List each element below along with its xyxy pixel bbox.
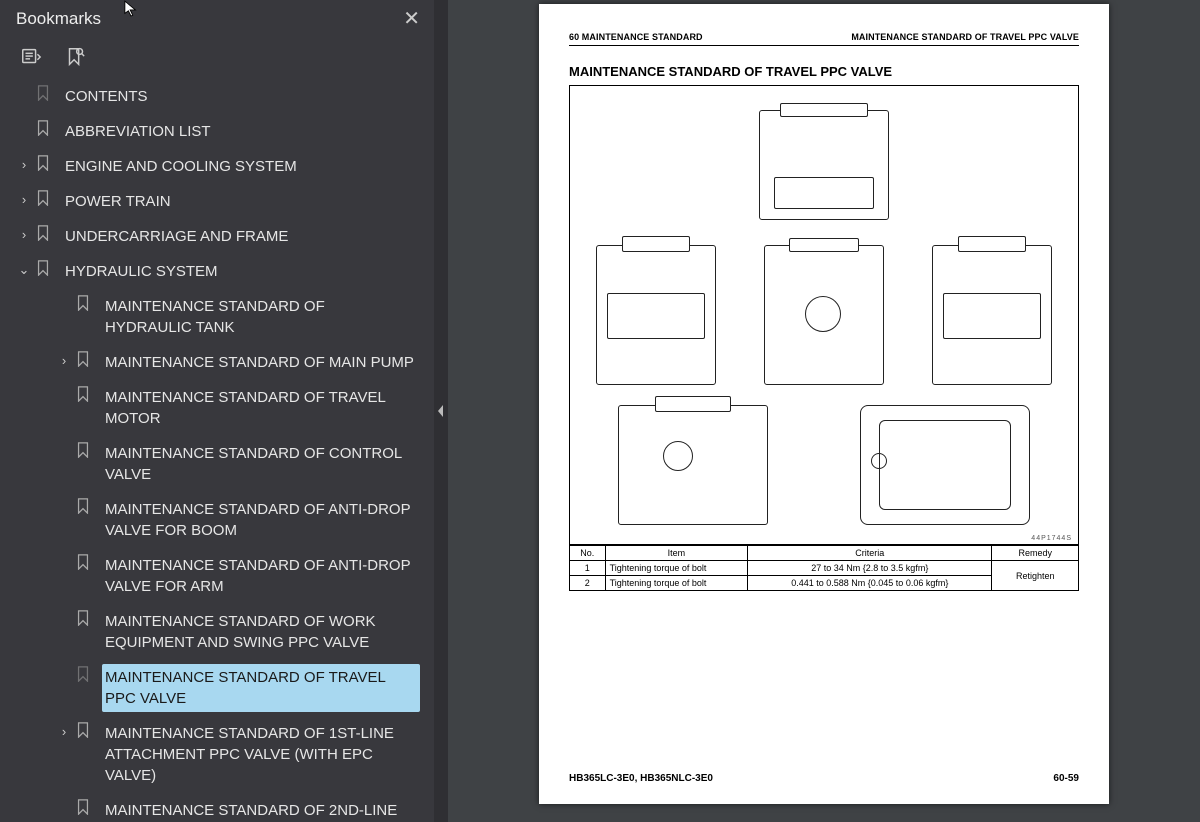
bookmarks-toolbar xyxy=(0,39,434,79)
bookmark-item[interactable]: › POWER TRAIN xyxy=(0,184,424,219)
col-remedy: Remedy xyxy=(992,546,1079,561)
bookmark-icon xyxy=(76,608,96,632)
bookmark-label: MAINTENANCE STANDARD OF CONTROL VALVE xyxy=(102,440,420,488)
bookmark-item[interactable]: MAINTENANCE STANDARD OF HYDRAULIC TANK xyxy=(0,289,424,345)
table-row: 1 Tightening torque of bolt 27 to 34 Nm … xyxy=(570,561,1079,576)
bookmark-label: MAINTENANCE STANDARD OF ANTI-DROP VALVE … xyxy=(102,496,420,544)
header-rule xyxy=(569,45,1079,46)
bookmark-icon xyxy=(76,720,96,744)
bookmark-icon xyxy=(76,349,96,373)
valve-view-side-1 xyxy=(596,245,716,385)
chevron-right-icon[interactable]: › xyxy=(52,720,76,741)
bookmark-icon xyxy=(36,258,56,282)
spec-table: No. Item Criteria Remedy 1 Tightening to… xyxy=(569,545,1079,591)
bookmark-icon xyxy=(76,293,96,317)
chevron-down-icon[interactable]: ⌄ xyxy=(12,258,36,279)
bookmark-label: MAINTENANCE STANDARD OF 1ST-LINE ATTACHM… xyxy=(102,720,420,789)
bookmark-icon xyxy=(76,496,96,520)
page-header-right: MAINTENANCE STANDARD OF TRAVEL PPC VALVE xyxy=(851,32,1079,42)
bookmark-scroll[interactable]: CONTENTS ABBREVIATION LIST › ENGINE AND COO… xyxy=(0,79,428,822)
sidebar-collapse-handle[interactable] xyxy=(434,0,448,822)
technical-diagram: z ► 44P1744S xyxy=(569,85,1079,545)
chevron-right-icon[interactable]: › xyxy=(52,349,76,370)
bookmark-label: MAINTENANCE STANDARD OF TRAVEL PPC VALVE xyxy=(102,664,420,712)
page-title: MAINTENANCE STANDARD OF TRAVEL PPC VALVE xyxy=(569,64,1079,79)
bookmark-item[interactable]: ABBREVIATION LIST xyxy=(0,114,424,149)
bookmark-item[interactable]: › MAINTENANCE STANDARD OF 1ST-LINE ATTACH… xyxy=(0,716,424,793)
bookmark-item[interactable]: MAINTENANCE STANDARD OF TRAVEL MOTOR xyxy=(0,380,424,436)
footer-page-number: 60-59 xyxy=(1053,773,1079,784)
bookmark-label: MAINTENANCE STANDARD OF ANTI-DROP VALVE … xyxy=(102,552,420,600)
valve-view-side-2 xyxy=(932,245,1052,385)
bookmark-label: POWER TRAIN xyxy=(62,188,420,215)
page-header: 60 MAINTENANCE STANDARD MAINTENANCE STAN… xyxy=(569,32,1079,42)
close-icon[interactable]: ✕ xyxy=(403,6,420,31)
page-header-left: 60 MAINTENANCE STANDARD xyxy=(569,32,703,42)
bookmark-icon xyxy=(36,83,56,107)
bookmarks-header: Bookmarks ✕ xyxy=(0,0,434,39)
col-criteria: Criteria xyxy=(748,546,992,561)
chevron-right-icon[interactable]: › xyxy=(12,223,36,244)
bookmarks-title: Bookmarks xyxy=(16,9,101,29)
bookmark-item[interactable]: MAINTENANCE STANDARD OF CONTROL VALVE xyxy=(0,436,424,492)
valve-view-top xyxy=(759,110,889,220)
bookmark-label: UNDERCARRIAGE AND FRAME xyxy=(62,223,420,250)
bookmark-item[interactable]: MAINTENANCE STANDARD OF WORK EQUIPMENT A… xyxy=(0,604,424,660)
bookmark-label: MAINTENANCE STANDARD OF WORK EQUIPMENT A… xyxy=(102,608,420,656)
bookmark-label: ENGINE AND COOLING SYSTEM xyxy=(62,153,420,180)
bookmark-item[interactable]: › MAINTENANCE STANDARD OF MAIN PUMP xyxy=(0,345,424,380)
bookmark-item[interactable]: › UNDERCARRIAGE AND FRAME xyxy=(0,219,424,254)
page-footer: HB365LC-3E0, HB365NLC-3E0 60-59 xyxy=(569,773,1079,784)
chevron-right-icon[interactable]: › xyxy=(12,153,36,174)
bookmark-icon xyxy=(36,153,56,177)
pdf-page: 60 MAINTENANCE STANDARD MAINTENANCE STAN… xyxy=(539,4,1109,804)
bookmark-label: MAINTENANCE STANDARD OF HYDRAULIC TANK xyxy=(102,293,420,341)
footer-model: HB365LC-3E0, HB365NLC-3E0 xyxy=(569,773,713,784)
bookmark-label: MAINTENANCE STANDARD OF 2ND-LINE ATTACHM… xyxy=(102,797,420,822)
bookmark-icon xyxy=(36,223,56,247)
valve-view-bottom xyxy=(860,405,1030,525)
bookmark-label: MAINTENANCE STANDARD OF TRAVEL MOTOR xyxy=(102,384,420,432)
bookmark-label: CONTENTS xyxy=(62,83,420,110)
remedy-cell: Retighten xyxy=(992,561,1079,591)
bookmark-icon xyxy=(76,440,96,464)
bookmark-icon xyxy=(76,797,96,821)
bookmark-item[interactable]: ⌄ HYDRAULIC SYSTEM xyxy=(0,254,424,289)
bookmark-options-icon[interactable] xyxy=(18,45,44,69)
bookmark-icon xyxy=(76,552,96,576)
diagram-code: 44P1744S xyxy=(1031,535,1072,542)
valve-view-front-2 xyxy=(618,405,768,525)
bookmark-tree: CONTENTS ABBREVIATION LIST › ENGINE AND COO… xyxy=(0,79,434,822)
bookmark-item[interactable]: CONTENTS xyxy=(0,79,424,114)
bookmark-item[interactable]: MAINTENANCE STANDARD OF ANTI-DROP VALVE … xyxy=(0,492,424,548)
bookmark-icon xyxy=(36,188,56,212)
table-header-row: No. Item Criteria Remedy xyxy=(570,546,1079,561)
bookmark-icon xyxy=(36,118,56,142)
col-no: No. xyxy=(570,546,606,561)
bookmark-item[interactable]: › ENGINE AND COOLING SYSTEM xyxy=(0,149,424,184)
valve-view-front-1 xyxy=(764,245,884,385)
bookmark-label: HYDRAULIC SYSTEM xyxy=(62,258,420,285)
bookmark-label: ABBREVIATION LIST xyxy=(62,118,420,145)
document-viewport[interactable]: 60 MAINTENANCE STANDARD MAINTENANCE STAN… xyxy=(448,0,1200,822)
bookmark-item[interactable]: MAINTENANCE STANDARD OF TRAVEL PPC VALVE xyxy=(0,660,424,716)
find-bookmark-icon[interactable] xyxy=(62,45,88,69)
chevron-right-icon[interactable]: › xyxy=(12,188,36,209)
col-item: Item xyxy=(605,546,748,561)
bookmark-icon xyxy=(76,384,96,408)
bookmark-icon xyxy=(76,664,96,688)
bookmark-item[interactable]: MAINTENANCE STANDARD OF 2ND-LINE ATTACHM… xyxy=(0,793,424,822)
bookmark-item[interactable]: MAINTENANCE STANDARD OF ANTI-DROP VALVE … xyxy=(0,548,424,604)
bookmarks-panel: Bookmarks ✕ CONTENTS ABBREVIATION LIST › EN… xyxy=(0,0,434,822)
bookmark-label: MAINTENANCE STANDARD OF MAIN PUMP xyxy=(102,349,420,376)
